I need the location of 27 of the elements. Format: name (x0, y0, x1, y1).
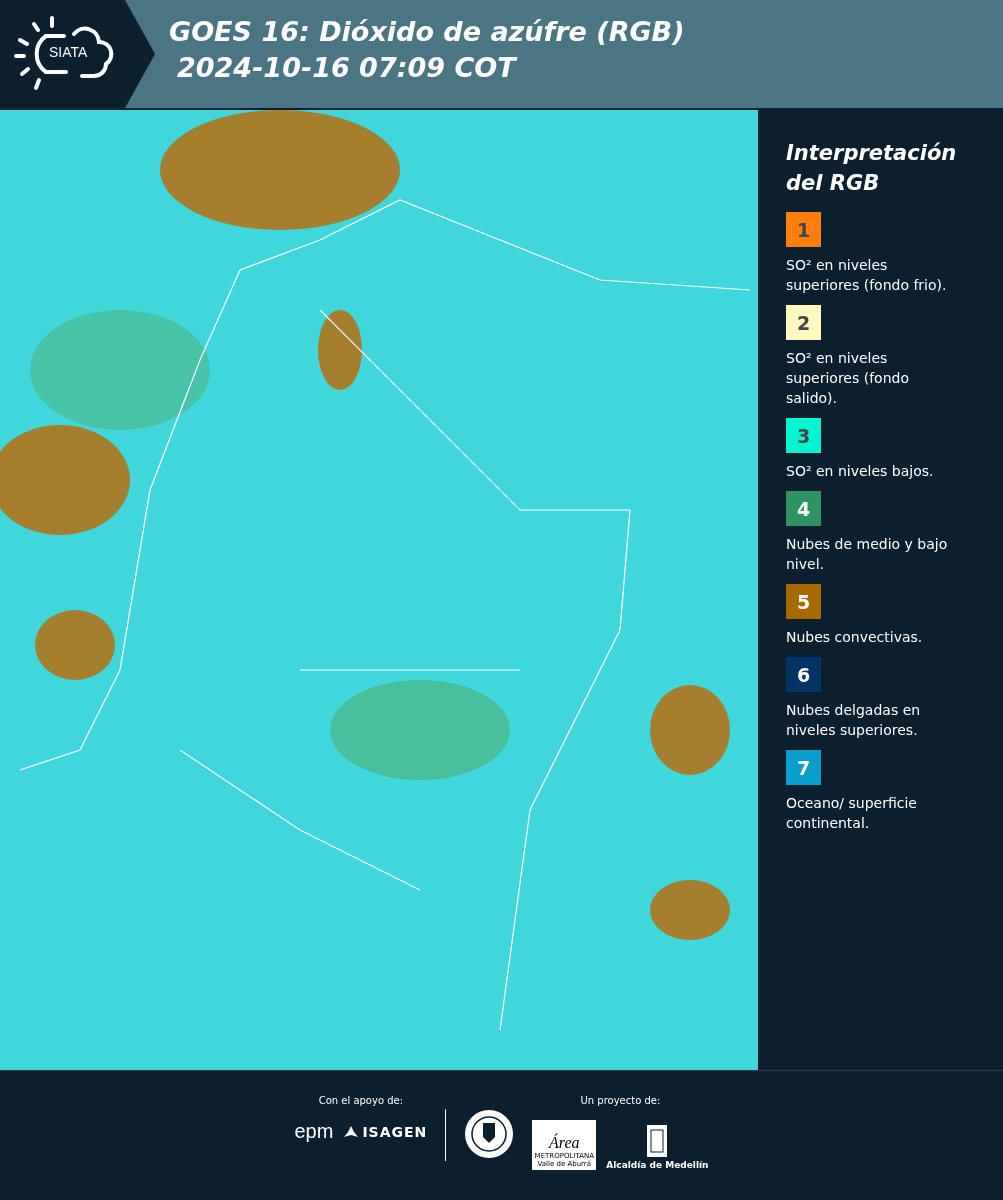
legend-description: Oceano/ superficie continental. (786, 794, 918, 833)
legend-swatch: 5 (786, 584, 821, 619)
legend-description: Nubes delgadas en niveles superiores. (786, 701, 922, 740)
coat-of-arms-icon (646, 1124, 669, 1158)
legend-swatch: 4 (786, 491, 821, 526)
legend-swatch: 1 (786, 212, 821, 247)
legend-description: Nubes de medio y bajo nivel. (786, 535, 949, 574)
legend-swatch: 2 (786, 305, 821, 340)
logo-text: SIATA (49, 44, 88, 60)
area-logo-name: Área (549, 1134, 580, 1152)
project-label: Un proyecto de: (580, 1095, 661, 1106)
legend-swatch: 7 (786, 750, 821, 785)
support-label: Con el apoyo de: (318, 1095, 404, 1106)
legend-description: SO² en niveles bajos. (786, 462, 935, 481)
product-title: GOES 16: Dióxido de azúfre (RGB) (169, 15, 685, 49)
legend-description: SO² en niveles superiores (fondo salido). (786, 349, 910, 408)
timestamp: 2024-10-16 07:09 COT (176, 51, 519, 85)
legend-title: Interpretación del RGB (786, 140, 958, 197)
legend-swatch: 6 (786, 657, 821, 692)
legend-swatch: 3 (786, 418, 821, 453)
legend-description: Nubes convectivas. (786, 628, 924, 647)
isagen-mark-icon (343, 1124, 360, 1139)
legend-description: SO² en niveles superiores (fondo frio). (786, 256, 948, 295)
city-logo-text: Alcaldía de Medellín (606, 1160, 709, 1170)
epm-logo: epm (294, 1120, 334, 1143)
seal-logo-icon (464, 1109, 515, 1159)
isagen-text: ISAGEN (362, 1123, 428, 1140)
